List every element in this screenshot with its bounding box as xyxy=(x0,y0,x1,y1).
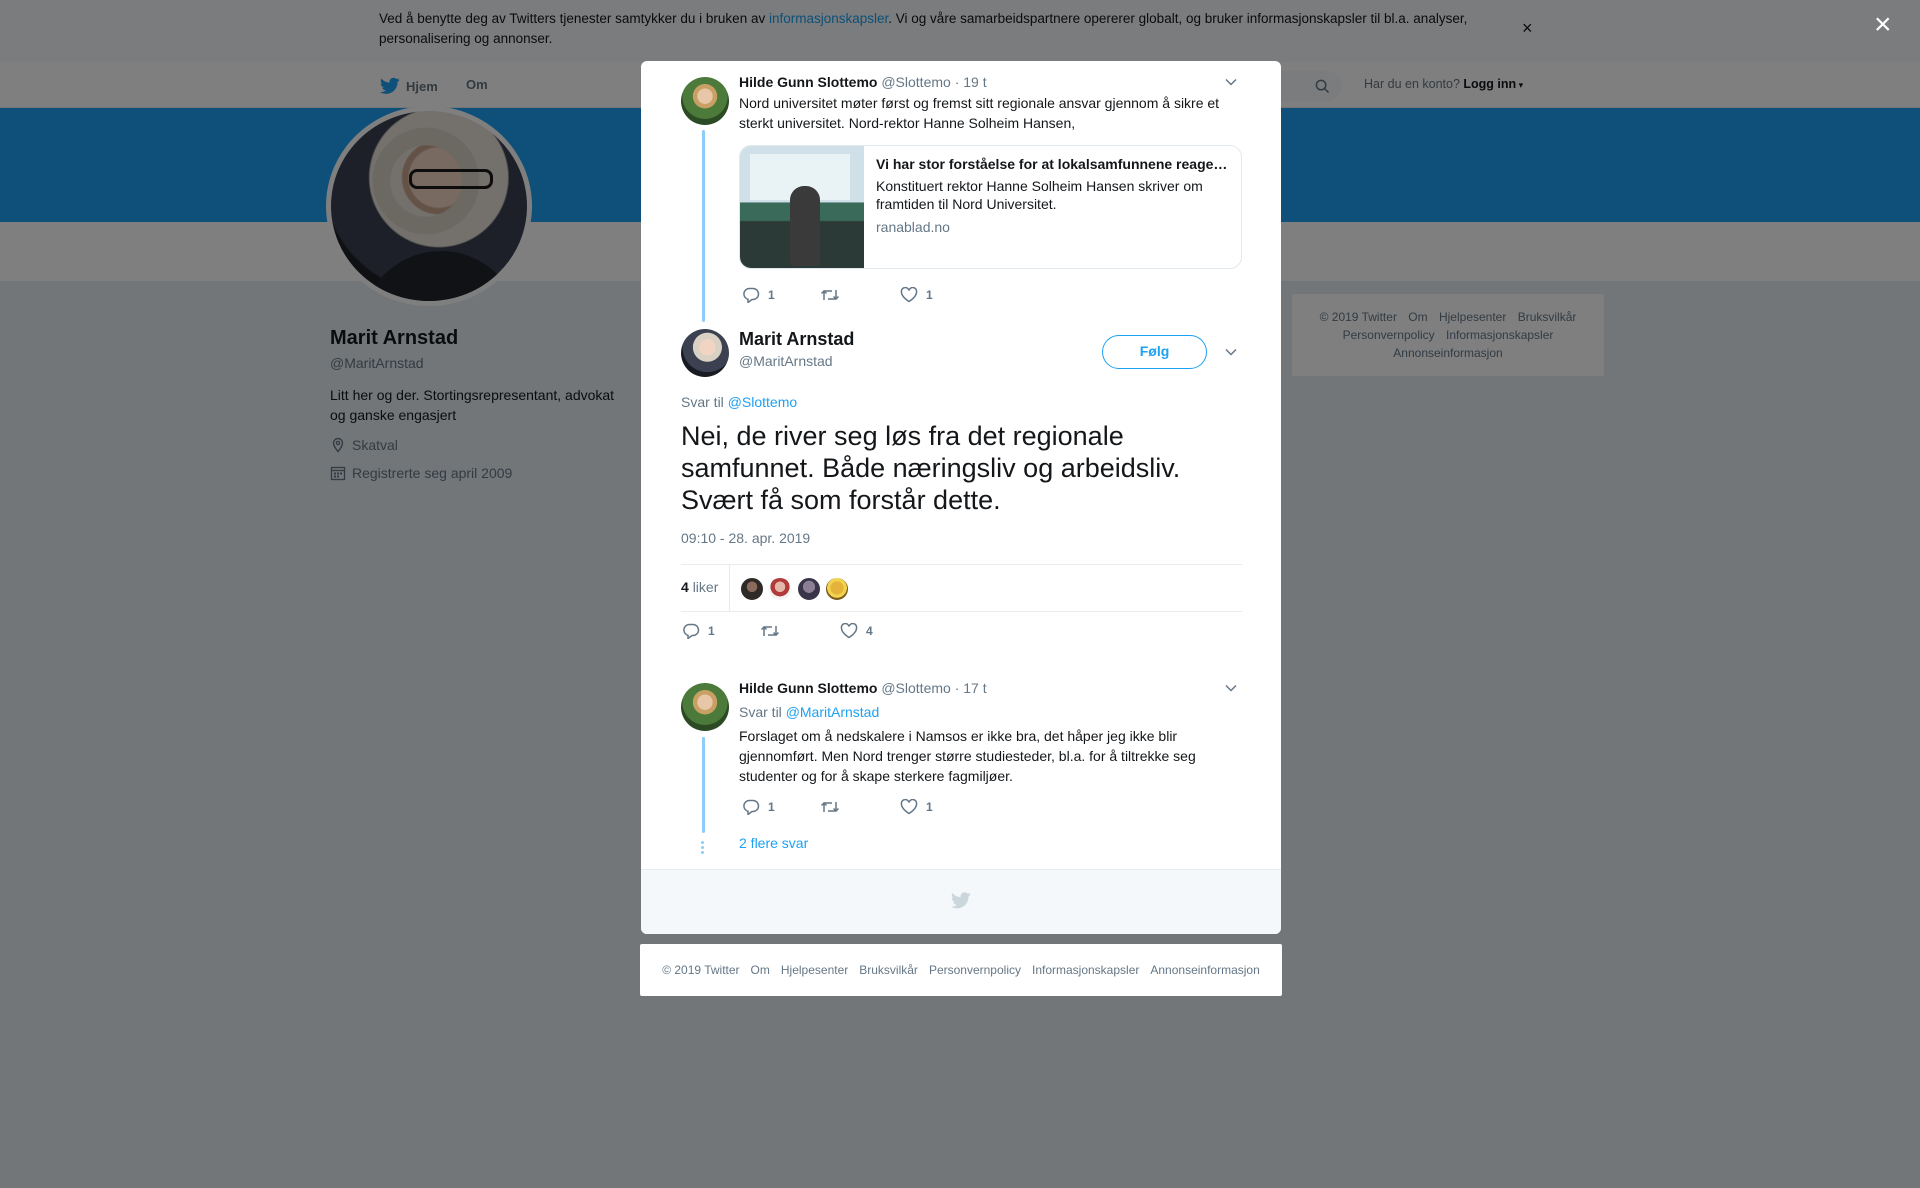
heart-icon xyxy=(840,623,858,639)
retweet-icon xyxy=(760,625,780,637)
main-tweet-actions: 1 4 xyxy=(682,623,873,639)
footer-link-help[interactable]: Hjelpesenter xyxy=(781,963,848,977)
avatar-marit[interactable] xyxy=(681,329,729,377)
tweet3-reply-to: Svar til @MaritArnstad xyxy=(739,704,879,720)
heart-icon xyxy=(900,799,918,815)
footer-link-terms[interactable]: Bruksvilkår xyxy=(859,963,918,977)
tweet1-author-name[interactable]: Hilde Gunn Slottemo xyxy=(739,74,877,90)
thread-dots xyxy=(701,841,704,856)
main-tweet-text: Nei, de river seg løs fra det regionale … xyxy=(681,421,1181,515)
modal-bottom-bar xyxy=(641,869,1281,934)
reply-count: 1 xyxy=(768,288,775,302)
footer-link-about[interactable]: Om xyxy=(751,963,770,977)
reply-icon xyxy=(743,287,760,303)
tweet1-author-handle[interactable]: @Slottemo xyxy=(881,74,950,90)
tweet3-reply-handle-link[interactable]: @MaritArnstad xyxy=(786,704,880,720)
close-modal-icon[interactable]: × xyxy=(1874,10,1892,40)
main-reply-to: Svar til @Slottemo xyxy=(681,394,797,410)
main-reply-button[interactable]: 1 xyxy=(682,623,760,639)
retweet-button[interactable] xyxy=(820,288,900,302)
footer-link-ads[interactable]: Annonseinformasjon xyxy=(1150,963,1259,977)
reply-icon xyxy=(743,799,760,815)
likes-stat-number: 4 xyxy=(681,579,689,595)
tweet3-author-handle[interactable]: @Slottemo xyxy=(881,680,950,696)
retweet-icon xyxy=(820,801,840,813)
tweet3-reply-count: 1 xyxy=(768,800,775,814)
likes-stat-label: liker xyxy=(692,579,719,595)
liker-avatar[interactable] xyxy=(768,577,792,601)
main-tweet-author-name[interactable]: Marit Arnstad xyxy=(739,329,854,350)
modal-footer: © 2019 Twitter Om Hjelpesenter Bruksvilk… xyxy=(640,944,1282,996)
tweet1-header: Hilde Gunn Slottemo @Slottemo · 19 t xyxy=(739,74,987,90)
footer-link-cookies[interactable]: Informasjonskapsler xyxy=(1032,963,1139,977)
tweet1-time[interactable]: · 19 t xyxy=(955,74,987,90)
tweet3-reply-label: Svar til xyxy=(739,704,786,720)
tweet3-like-button[interactable]: 1 xyxy=(900,799,933,815)
reply-button[interactable]: 1 xyxy=(742,287,820,303)
tweet1-text: Nord universitet møter først og fremst s… xyxy=(739,95,1220,131)
reply-icon xyxy=(683,623,700,639)
tweet3-like-count: 1 xyxy=(926,800,933,814)
tweet-stats: 4 liker xyxy=(681,564,1242,612)
retweet-icon xyxy=(820,289,840,301)
likes-stat[interactable]: 4 liker xyxy=(681,579,718,595)
main-like-button[interactable]: 4 xyxy=(840,623,873,639)
card-description: Konstituert rektor Hanne Solheim Hansen … xyxy=(876,178,1203,212)
tweet3-author-name[interactable]: Hilde Gunn Slottemo xyxy=(739,680,877,696)
card-title: Vi har stor forståelse for at lokalsamfu… xyxy=(876,156,1231,172)
main-retweet-button[interactable] xyxy=(760,624,840,638)
tweet3-retweet-button[interactable] xyxy=(820,800,900,814)
avatar-hilde[interactable] xyxy=(681,77,729,125)
tweet3-text: Forslaget om å nedskalere i Namsos er ik… xyxy=(739,728,1196,784)
tweet3-time[interactable]: · 17 t xyxy=(955,680,987,696)
main-reply-label: Svar til xyxy=(681,394,728,410)
card-domain: ranablad.no xyxy=(876,219,950,235)
avatar-hilde[interactable] xyxy=(681,683,729,731)
stats-divider xyxy=(729,565,730,611)
tweet1-actions: 1 1 xyxy=(742,287,933,303)
liker-avatar[interactable] xyxy=(740,577,764,601)
main-reply-count: 1 xyxy=(708,624,715,638)
main-chevron-down-icon[interactable] xyxy=(1225,345,1237,359)
thread-line xyxy=(702,737,705,833)
link-card[interactable]: Vi har stor forståelse for at lokalsamfu… xyxy=(739,145,1242,269)
like-button[interactable]: 1 xyxy=(900,287,933,303)
heart-icon xyxy=(900,287,918,303)
main-tweet-timestamp[interactable]: 09:10 - 28. apr. 2019 xyxy=(681,530,810,546)
card-image xyxy=(740,146,864,268)
tweet3-reply-button[interactable]: 1 xyxy=(742,799,820,815)
like-count: 1 xyxy=(926,288,933,302)
tweet3-header: Hilde Gunn Slottemo @Slottemo · 17 t xyxy=(739,680,987,696)
chevron-down-icon[interactable] xyxy=(1225,75,1237,89)
more-replies-link[interactable]: 2 flere svar xyxy=(739,835,808,851)
liker-avatar[interactable] xyxy=(797,577,821,601)
thread-line xyxy=(702,130,705,322)
main-like-count: 4 xyxy=(866,624,873,638)
main-reply-handle-link[interactable]: @Slottemo xyxy=(728,394,797,410)
footer-copyright: © 2019 Twitter xyxy=(662,963,740,977)
liker-avatar[interactable] xyxy=(825,577,849,601)
tweet3-actions: 1 1 xyxy=(742,799,933,815)
card-image-person xyxy=(790,186,820,266)
follow-button[interactable]: Følg xyxy=(1102,335,1207,369)
tweet3-chevron-down-icon[interactable] xyxy=(1225,681,1237,695)
twitter-bird-icon xyxy=(951,892,971,909)
footer-link-privacy[interactable]: Personvernpolicy xyxy=(929,963,1021,977)
tweet-modal: Hilde Gunn Slottemo @Slottemo · 19 t Nor… xyxy=(641,61,1281,934)
main-tweet-author-handle[interactable]: @MaritArnstad xyxy=(739,353,833,369)
